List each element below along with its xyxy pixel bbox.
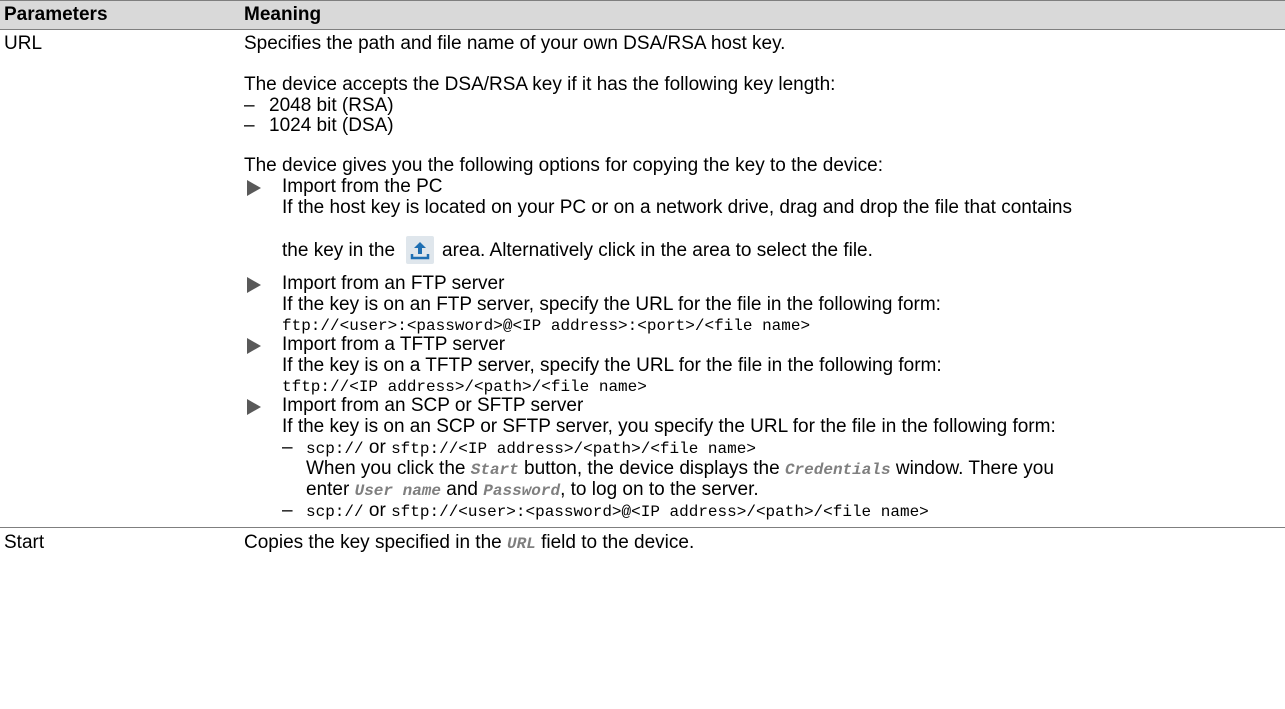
scp-item1-text2: button, the device displays the [524, 458, 780, 479]
dash: – [282, 437, 293, 458]
ftp-title: Import from an FTP server [282, 273, 505, 294]
dash: – [282, 500, 293, 521]
pc-line2-post: area. Alternatively click in the area to… [442, 240, 873, 261]
keylen-item-dsa: 1024 bit (DSA) [269, 115, 394, 136]
password-ref: Password [483, 482, 561, 500]
start-text2: field to the device. [541, 532, 695, 553]
scp-item1-line1: scp:// or sftp://<IP address>/<path>/<fi… [306, 437, 756, 460]
param-url: URL [4, 33, 43, 54]
row-separator [0, 527, 1285, 528]
user-name-ref: User name [354, 482, 442, 500]
scp-item2-code2: sftp://<user>:<password>@<IP address>/<p… [391, 503, 929, 521]
header-meaning: Meaning [244, 4, 322, 25]
credentials-window-ref: Credentials [784, 461, 891, 479]
pc-line1: If the host key is located on your PC or… [282, 197, 1073, 218]
pc-line2-pre: the key in the [282, 240, 396, 261]
keylen-intro: The device accepts the DSA/RSA key if it… [244, 74, 836, 95]
scp-item1-text1: When you click the [306, 458, 466, 479]
tftp-desc: If the key is on a TFTP server, specify … [282, 355, 942, 376]
dash: – [244, 95, 255, 116]
pc-title: Import from the PC [282, 176, 443, 197]
bullet-arrow-icon [247, 399, 261, 415]
bullet-arrow-icon [247, 338, 261, 354]
url-intro: Specifies the path and file name of your… [244, 33, 786, 54]
keylen-item-rsa: 2048 bit (RSA) [269, 95, 394, 116]
url-field-ref: URL [507, 535, 536, 553]
scp-desc: If the key is on an SCP or SFTP server, … [282, 416, 1056, 437]
options-intro: The device gives you the following optio… [244, 155, 883, 176]
scp-item1-text3: window. There you [895, 458, 1054, 479]
dash: – [244, 115, 255, 136]
scp-item1-text4: enter [306, 479, 350, 500]
scp-item2: scp:// or sftp://<user>:<password>@<IP a… [306, 500, 929, 523]
bullet-arrow-icon [247, 277, 261, 293]
scp-item1-text6: , to log on to the server. [560, 479, 759, 500]
header-parameters: Parameters [4, 4, 108, 25]
scp-item1-code1: scp:// [306, 440, 364, 458]
scp-item1-line2: When you click the Start button, the dev… [306, 458, 1054, 481]
scp-item1-line3: enter User name and Password, to log on … [306, 479, 759, 502]
scp-item1-code2: sftp://<IP address>/<path>/<file name> [391, 440, 756, 458]
start-text1: Copies the key specified in the [244, 532, 502, 553]
ftp-desc: If the key is on an FTP server, specify … [282, 294, 941, 315]
scp-item1-or: or [368, 437, 386, 458]
scp-item1-text5: and [446, 479, 478, 500]
upload-icon [406, 236, 434, 264]
table-header: Parameters Meaning [0, 0, 1285, 30]
start-desc: Copies the key specified in the URL fiel… [244, 532, 694, 555]
scp-item2-code1: scp:// [306, 503, 364, 521]
tftp-title: Import from a TFTP server [282, 334, 506, 355]
scp-item2-or: or [368, 500, 386, 521]
scp-title: Import from an SCP or SFTP server [282, 395, 584, 416]
start-button-ref: Start [470, 461, 519, 479]
bullet-arrow-icon [247, 180, 261, 196]
param-start: Start [4, 532, 45, 553]
